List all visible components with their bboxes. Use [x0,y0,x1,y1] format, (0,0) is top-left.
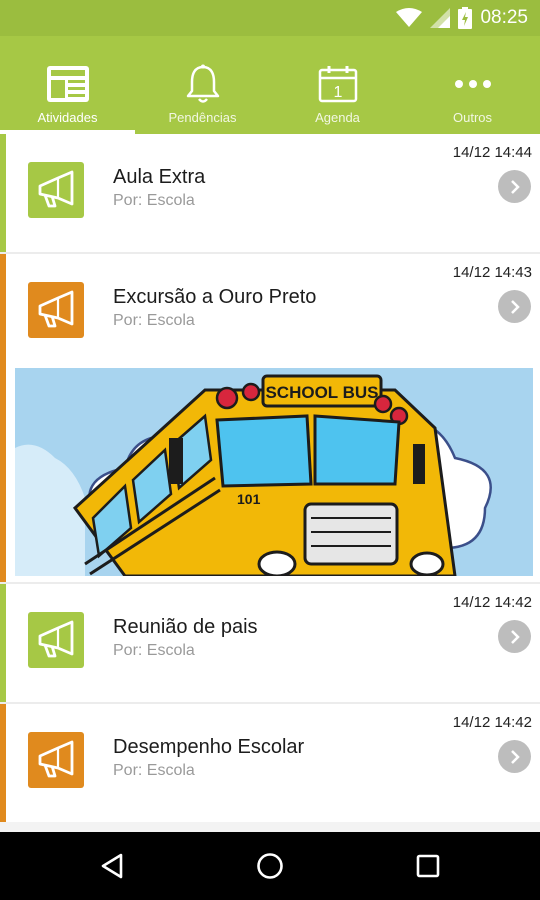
activity-author: Por: Escola [113,192,195,209]
chevron-right-icon[interactable] [498,290,531,323]
category-bar [0,254,6,582]
status-time: 08:25 [480,7,528,28]
activity-title: Reunião de pais [113,616,258,638]
megaphone-icon [28,282,84,338]
activity-author: Por: Escola [113,312,195,329]
wifi-icon [396,8,423,27]
chevron-right-icon[interactable] [498,170,531,203]
activity-title: Desempenho Escolar [113,736,305,758]
tab-label: Atividades [37,110,98,125]
more-dots-icon [453,64,493,104]
signal-icon [430,8,451,28]
category-bar [0,584,6,702]
tab-label: Outros [452,110,492,125]
activity-list: 14/12 14:44 Aula Extra Por: Escola 14/12… [0,134,540,832]
activity-timestamp: 14/12 14:44 [452,144,532,161]
activity-title: Aula Extra [113,166,206,188]
battery-icon [458,7,473,29]
activity-author: Por: Escola [113,642,195,659]
tab-label: Pendências [168,110,237,125]
activity-card[interactable]: 14/12 14:42 Desempenho Escolar Por: Esco… [0,704,540,822]
navigation-bar [0,832,540,900]
chevron-right-icon[interactable] [498,740,531,773]
school-bus-image[interactable]: SCHOOL BUS 101 [15,368,533,576]
activity-timestamp: 14/12 14:42 [452,714,532,731]
tab-label: Agenda [315,110,360,125]
tab-agenda[interactable]: 1 Agenda [270,36,405,134]
status-bar: 08:25 [0,0,540,36]
activity-card[interactable]: 14/12 14:42 Reunião de pais Por: Escola [0,584,540,702]
tab-atividades[interactable]: Atividades [0,36,135,134]
activity-timestamp: 14/12 14:43 [452,264,532,281]
tab-pendencias[interactable]: Pendências [135,36,270,134]
tab-outros[interactable]: Outros [405,36,540,134]
megaphone-icon [28,162,84,218]
calendar-day: 1 [333,84,342,101]
category-bar [0,704,6,822]
bus-number-text: 101 [237,491,261,507]
activity-card[interactable]: 14/12 14:43 Excursão a Ouro Preto Por: E… [0,254,540,582]
back-icon[interactable] [92,846,132,886]
category-bar [0,134,6,252]
activity-author: Por: Escola [113,762,195,779]
calendar-icon: 1 [318,64,358,104]
activity-card[interactable]: 14/12 14:44 Aula Extra Por: Escola [0,134,540,252]
activity-title: Excursão a Ouro Preto [113,286,317,308]
bus-sign-text: SCHOOL BUS [265,383,378,402]
megaphone-icon [28,732,84,788]
activity-timestamp: 14/12 14:42 [452,594,532,611]
tab-bar: Atividades Pendências 1 Agenda Outros [0,36,540,134]
home-icon[interactable] [250,846,290,886]
megaphone-icon [28,612,84,668]
bell-icon [185,64,221,104]
status-icons: 08:25 [396,6,528,30]
recents-icon[interactable] [408,846,448,886]
chevron-right-icon[interactable] [498,620,531,653]
newspaper-icon [46,64,90,104]
